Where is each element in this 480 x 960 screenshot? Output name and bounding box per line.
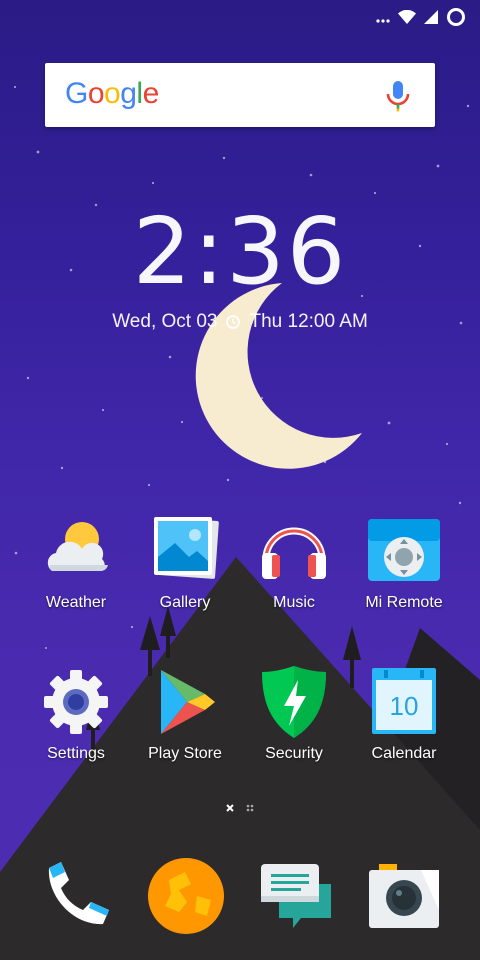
camera-icon (369, 864, 439, 928)
app-play-store[interactable]: Play Store (130, 664, 240, 763)
music-icon (256, 513, 332, 589)
weather-icon (38, 513, 114, 589)
play-store-icon (147, 664, 223, 740)
home-screen: Google 2:36 Wed, Oct 03 Thu 12:00 AM Wea… (0, 0, 480, 960)
alarm-icon (225, 314, 241, 330)
status-bar (0, 0, 480, 34)
calendar-day: 10 (390, 691, 419, 721)
calendar-icon: 10 (366, 664, 442, 740)
next-alarm: Thu 12:00 AM (249, 311, 368, 332)
clock-date: Wed, Oct 03 (112, 311, 218, 332)
page-indicator[interactable] (0, 800, 480, 818)
app-label: Weather (45, 594, 107, 611)
browser-icon (148, 858, 224, 934)
app-security[interactable]: Security (239, 664, 349, 763)
wifi-icon (398, 9, 416, 29)
clock-date-row[interactable]: Wed, Oct 03 Thu 12:00 AM (0, 311, 480, 333)
app-label: Security (265, 745, 323, 762)
dock-messaging[interactable] (251, 850, 341, 940)
page-dot-grid-icon (245, 800, 255, 818)
app-label: Gallery (159, 594, 211, 611)
gallery-icon (147, 513, 223, 589)
clock-time[interactable]: 2:36 (0, 198, 480, 305)
google-logo: Google (65, 77, 159, 110)
signal-icon (424, 10, 438, 29)
dock-phone[interactable] (31, 850, 121, 940)
more-notifications-icon (376, 11, 390, 29)
page-dot-close-icon (225, 800, 235, 818)
security-icon (256, 664, 332, 740)
app-label: Play Store (148, 745, 222, 762)
google-search-bar[interactable]: Google (45, 63, 435, 127)
app-weather[interactable]: Weather (21, 513, 131, 612)
app-music[interactable]: Music (239, 513, 349, 612)
dock-browser[interactable] (141, 850, 231, 940)
phone-icon (48, 862, 109, 925)
microphone-icon[interactable] (383, 79, 413, 113)
dock-camera[interactable] (361, 850, 451, 940)
settings-icon (38, 664, 114, 740)
app-mi-remote[interactable]: Mi Remote (349, 513, 459, 612)
app-calendar[interactable]: 10 Calendar (349, 664, 459, 763)
app-label: Music (273, 594, 315, 611)
app-settings[interactable]: Settings (21, 664, 131, 763)
app-label: Mi Remote (365, 594, 443, 611)
mi-remote-icon (366, 513, 442, 589)
app-gallery[interactable]: Gallery (130, 513, 240, 612)
app-label: Settings (47, 745, 105, 762)
messaging-icon (261, 864, 331, 928)
app-label: Calendar (371, 745, 437, 762)
battery-ring-icon (446, 7, 466, 32)
